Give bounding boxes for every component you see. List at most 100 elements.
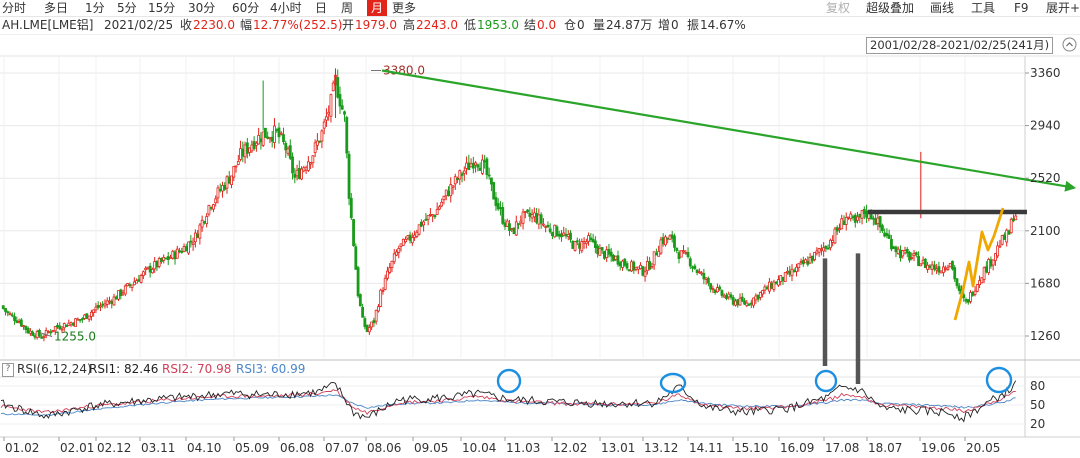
candle-body-304: [688, 258, 692, 267]
candle-body-295: [668, 235, 672, 240]
candle-body-365: [826, 247, 830, 250]
candle-body-422: [955, 278, 959, 286]
candle-body-116: [264, 127, 267, 138]
candle-body-61: [139, 275, 143, 283]
candle-body-92: [209, 207, 213, 209]
candle-body-401: [908, 251, 911, 261]
candle-body-122: [277, 127, 281, 138]
candle-body-395: [894, 246, 898, 253]
candle-body-180: [408, 234, 412, 241]
candle-body-190: [431, 214, 435, 217]
candle-body-408: [923, 258, 927, 269]
candle-body-204: [462, 170, 466, 174]
candle-body-224: [508, 223, 511, 231]
candle-body-179: [406, 235, 410, 239]
candle-body-443: [1003, 234, 1006, 240]
candle-body-27: [62, 323, 66, 329]
candle-body-340: [770, 282, 774, 289]
candle-body-351: [795, 266, 798, 272]
candle-body-59: [135, 280, 139, 284]
candle-body-234: [530, 214, 534, 219]
candle-body-289: [655, 252, 658, 256]
candle-body-193: [438, 206, 441, 210]
candle-body-255: [578, 243, 581, 249]
candle-body-1: [4, 308, 7, 312]
candle-body-315: [713, 289, 717, 293]
candle-body-263: [596, 245, 600, 255]
rsi-peak-circle-2: [814, 369, 838, 393]
candle-body-342: [774, 281, 778, 285]
rsi-settings-icon[interactable]: ?: [2, 363, 14, 377]
candle-body-447: [1012, 218, 1015, 222]
candle-body-305: [691, 266, 694, 269]
candle-body-448: [1014, 215, 1018, 221]
candle-body-10: [24, 325, 28, 330]
candle-body-129: [293, 173, 297, 178]
candle-body-37: [85, 313, 89, 319]
time-tick-label-11: 11.03: [506, 441, 540, 455]
candle-body-35: [80, 318, 84, 321]
candle-body-208: [471, 162, 475, 169]
candle-body-58: [132, 281, 136, 286]
candle-body-156: [354, 246, 358, 270]
candle-body-377: [853, 214, 857, 223]
price-axis: 1260 1680 2100 2520 2940 3360: [1025, 66, 1061, 343]
candle-body-240: [544, 226, 548, 228]
candle-body-60: [137, 279, 141, 282]
candle-body-414: [937, 266, 941, 273]
candle-body-150: [340, 105, 344, 110]
candle-body-98: [223, 184, 227, 190]
candle-body-302: [684, 252, 688, 254]
candle-body-371: [840, 218, 844, 230]
candle-body-89: [202, 221, 206, 224]
candle-body-389: [881, 225, 884, 232]
candle-body-171: [388, 267, 392, 273]
candle-body-406: [919, 263, 923, 267]
candle-body-264: [598, 248, 602, 256]
candle-body-357: [808, 257, 812, 264]
candle-body-326: [738, 297, 742, 306]
candle-body-286: [648, 261, 652, 270]
candle-body-370: [838, 228, 841, 231]
candle-body-153: [347, 153, 351, 199]
time-tick-label-19: 18.07: [868, 441, 902, 455]
candle-body-70: [160, 257, 163, 262]
candle-body-36: [83, 314, 87, 319]
candle-body-284: [643, 271, 647, 277]
candle-body-293: [664, 236, 667, 246]
candle-body-390: [883, 232, 887, 237]
candle-body-420: [951, 260, 954, 270]
min-value-label: 1255.0: [54, 330, 96, 344]
candle-body-173: [392, 253, 396, 263]
candle-body-341: [772, 281, 776, 290]
candle-body-328: [743, 300, 746, 305]
candle-body-337: [763, 286, 767, 291]
candle-body-132: [300, 168, 303, 180]
grid-lines: [0, 55, 1080, 438]
candle-body-416: [942, 266, 945, 273]
candle-body-290: [657, 250, 661, 257]
chart-canvas[interactable]: 3380.0 1255.0 1260 1680 2100 2520 2940 3360 20…: [0, 0, 1080, 458]
candle-body-391: [885, 233, 889, 237]
candle-body-343: [777, 279, 780, 286]
candle-body-330: [747, 303, 751, 306]
candle-body-407: [921, 259, 925, 264]
max-value-label: 3380.0: [383, 63, 425, 77]
candle-body-107: [243, 144, 247, 158]
candle-body-149: [338, 94, 342, 107]
candle-body-194: [440, 201, 444, 207]
candle-body-272: [616, 255, 620, 265]
candle-body-3: [8, 313, 12, 316]
candle-body-163: [370, 321, 374, 328]
candle-body-246: [557, 233, 561, 237]
candle-body-73: [166, 256, 170, 261]
candle-body-106: [241, 148, 245, 157]
candle-body-108: [245, 142, 249, 154]
candle-body-374: [847, 216, 850, 219]
candle-body-419: [948, 262, 952, 268]
candle-body-442: [1000, 235, 1004, 245]
candle-body-238: [539, 214, 543, 224]
rsi-name[interactable]: RSI(6,12,24): [17, 362, 92, 376]
candle-body-217: [492, 182, 496, 200]
candle-body-278: [630, 261, 633, 272]
